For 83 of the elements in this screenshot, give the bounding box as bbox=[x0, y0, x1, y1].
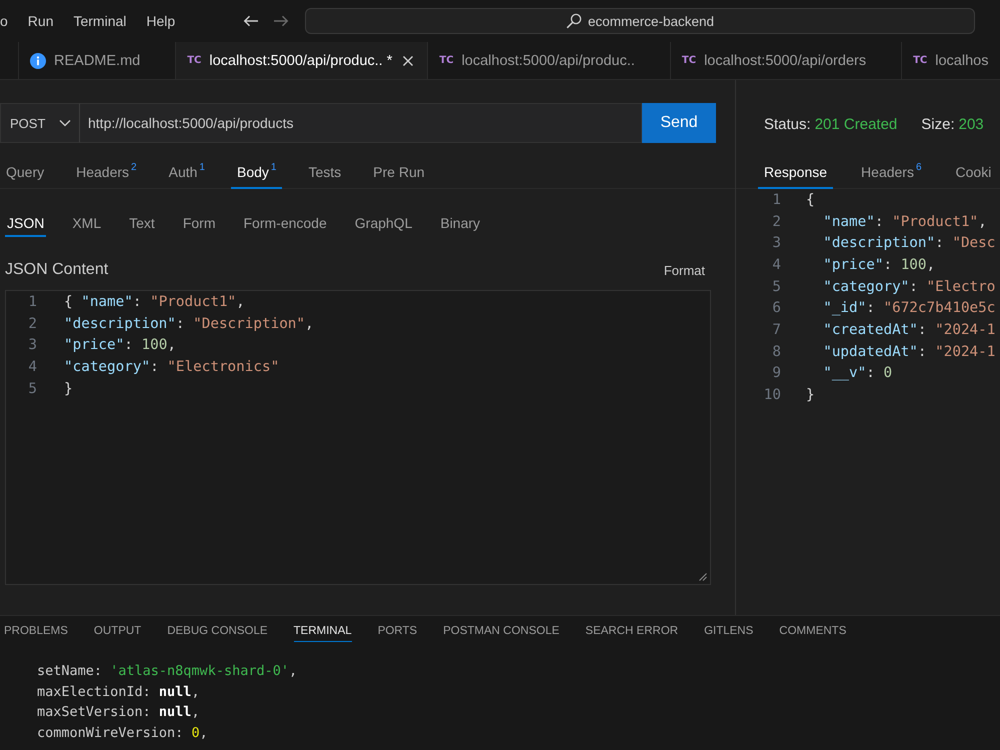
line-number: 1 bbox=[28, 294, 37, 310]
terminal-line: setName: 'atlas-n8qmwk-shard-0', bbox=[37, 662, 298, 681]
code-line: "category": "Electronics" bbox=[64, 358, 280, 375]
terminal-line: maxElectionId: null, bbox=[37, 682, 200, 702]
send-button[interactable]: Send bbox=[642, 103, 716, 143]
line-number: 7 bbox=[772, 322, 781, 338]
code-line: "description": "Desc bbox=[822, 235, 996, 252]
editor-tab[interactable]: TC localhost:5000/api/produc.. * bbox=[176, 42, 428, 79]
editor-tab[interactable]: TC localhost:5000/api/orders bbox=[670, 42, 902, 79]
request-tab[interactable]: Query bbox=[0, 155, 50, 189]
panel-tab[interactable]: GITLENS bbox=[704, 625, 754, 642]
code-line: "__v": 0 bbox=[822, 365, 892, 382]
body-type-tab[interactable]: Form bbox=[180, 211, 218, 237]
line-number: 2 bbox=[772, 214, 781, 230]
line-number: 1 bbox=[772, 192, 781, 208]
format-button[interactable]: Format bbox=[664, 262, 705, 278]
section-label: JSON Content bbox=[5, 261, 108, 279]
resize-grip-icon[interactable] bbox=[699, 573, 707, 581]
body-type-tab[interactable]: Text bbox=[127, 211, 157, 237]
panel-tab[interactable]: TERMINAL bbox=[294, 625, 352, 642]
request-tab[interactable]: Pre Run bbox=[367, 155, 431, 189]
panel-tab[interactable]: OUTPUT bbox=[94, 625, 142, 642]
panel-tab[interactable]: COMMENTS bbox=[779, 625, 846, 642]
line-number: 4 bbox=[28, 358, 37, 375]
code-line: "_id": "672c7b410e5c bbox=[822, 300, 996, 316]
code-line: "description": "Description", bbox=[64, 316, 314, 332]
code-line: { "name": "Product1", bbox=[64, 294, 245, 310]
line-number: 2 bbox=[28, 316, 37, 332]
terminal-line: maxSetVersion: null, bbox=[37, 703, 200, 722]
line-number: 4 bbox=[772, 256, 781, 273]
panel-tab[interactable]: PORTS bbox=[378, 625, 418, 642]
code-line: "category": "Electro bbox=[822, 278, 996, 295]
editor-tab[interactable]: TC localhos bbox=[902, 42, 1000, 79]
info-icon bbox=[30, 52, 46, 68]
menu-item[interactable]: Run bbox=[28, 13, 54, 29]
status-label: Status: bbox=[764, 116, 811, 132]
menu-item[interactable]: o bbox=[0, 13, 8, 29]
chevron-down-icon bbox=[59, 119, 71, 127]
panel-tab[interactable]: POSTMAN CONSOLE bbox=[443, 625, 560, 642]
size-value: 203 bbox=[958, 116, 984, 132]
body-type-tab[interactable]: JSON bbox=[5, 211, 46, 237]
code-line: } bbox=[64, 380, 73, 397]
response-tab[interactable]: Cooki bbox=[950, 155, 998, 189]
code-line: { bbox=[806, 192, 815, 208]
back-arrow-icon[interactable] bbox=[243, 15, 259, 27]
panel-tab[interactable]: PROBLEMS bbox=[4, 625, 68, 642]
body-type-tab[interactable]: Form-encode bbox=[242, 211, 329, 237]
terminal-line: commonWireVersion: 0, bbox=[37, 724, 208, 742]
size-label: Size: bbox=[921, 116, 955, 132]
method-dropdown[interactable]: POST bbox=[0, 103, 80, 143]
file-type-label: TC bbox=[682, 55, 696, 66]
editor-tab[interactable]: TC localhost:5000/api/produc.. bbox=[428, 42, 671, 79]
file-type-label: TC bbox=[913, 55, 928, 66]
line-number: 10 bbox=[764, 387, 781, 404]
code-line: "createdAt": "2024-1 bbox=[822, 322, 996, 338]
menu-item[interactable]: Help bbox=[146, 13, 176, 29]
line-number: 3 bbox=[28, 337, 37, 354]
url-field[interactable]: http://localhost:5000/api/products bbox=[80, 103, 642, 143]
code-editor[interactable]: 1 { "name": "Product1", 2 "description": "Description", 3 "price": 100, 4 "category": "Electronics" 5 } bbox=[5, 290, 711, 585]
panel-tab[interactable]: SEARCH ERROR bbox=[585, 625, 678, 642]
line-number: 8 bbox=[772, 344, 781, 360]
line-number: 5 bbox=[772, 278, 781, 295]
line-number: 5 bbox=[28, 380, 37, 397]
code-line: "updatedAt": "2024-1 bbox=[822, 344, 996, 360]
line-number: 9 bbox=[772, 365, 781, 382]
file-type-label: TC bbox=[187, 55, 202, 66]
response-tab[interactable]: Response bbox=[758, 155, 834, 189]
menu-item[interactable]: Terminal bbox=[73, 13, 126, 29]
code-line: } bbox=[806, 387, 815, 404]
line-number: 6 bbox=[772, 300, 781, 316]
request-tab[interactable]: Tests bbox=[302, 155, 348, 189]
body-type-tab[interactable]: Binary bbox=[438, 211, 482, 237]
panel-tab[interactable]: DEBUG CONSOLE bbox=[167, 625, 268, 642]
code-line: "name": "Product1", bbox=[822, 214, 987, 230]
search-icon bbox=[566, 13, 582, 29]
code-line: "price": 100, bbox=[822, 256, 936, 273]
code-line: "price": 100, bbox=[64, 337, 176, 354]
status-value: 201 Created bbox=[814, 116, 898, 132]
body-type-tab[interactable]: XML bbox=[70, 211, 104, 237]
line-number: 3 bbox=[772, 235, 781, 252]
search-bar[interactable]: ecommerce-backend bbox=[305, 8, 975, 34]
body-type-tab[interactable]: GraphQL bbox=[352, 211, 414, 237]
file-type-label: TC bbox=[439, 55, 454, 66]
